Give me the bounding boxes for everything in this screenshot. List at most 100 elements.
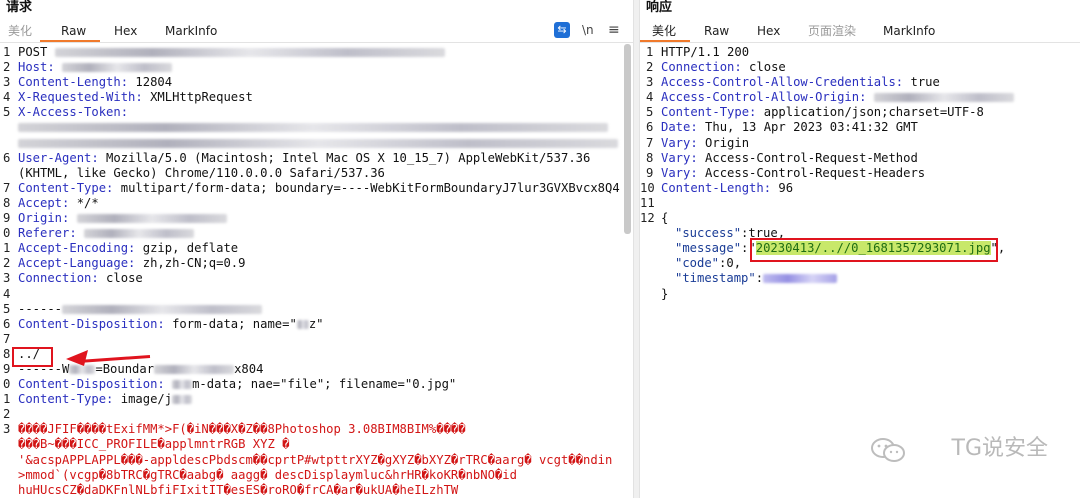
request-line: 0 Referer:	[0, 226, 633, 241]
redacted-boundary	[62, 304, 263, 314]
header-key: X-Requested-With:	[18, 90, 143, 105]
header-value-end: e="file"; filename="0.jpg"	[265, 377, 457, 392]
newline-toggle-button[interactable]: \n	[582, 22, 594, 38]
response-line: 2 Connection: close	[640, 60, 1080, 75]
line-number: 3	[3, 271, 11, 286]
request-line: 9 ------W =Boundar x804	[0, 362, 633, 377]
request-tab-hex[interactable]: Hex	[114, 22, 137, 40]
line-number: 9	[646, 165, 654, 180]
header-value: 96	[771, 180, 794, 195]
header-value: image/j	[113, 392, 173, 407]
header-key: Referer:	[18, 226, 77, 241]
response-line: 4 Access-Control-Allow-Origin:	[640, 90, 1080, 105]
line-number: 3	[3, 422, 11, 437]
line-number: 3	[646, 75, 654, 90]
line-number: 1	[3, 241, 11, 256]
response-viewer[interactable]: 1 HTTP/1.1 200 2 Connection: close 3 Access…	[640, 45, 1080, 302]
json-key: "success"	[675, 226, 742, 241]
request-tab-markinfo[interactable]: MarkInfo	[165, 22, 217, 40]
request-scrollbar[interactable]	[624, 44, 631, 234]
response-line: 8 Vary: Access-Control-Request-Method	[640, 151, 1080, 166]
header-value: close	[98, 271, 143, 286]
header-key: Vary:	[661, 165, 698, 180]
header-value: Access-Control-Request-Headers	[697, 165, 926, 180]
line-number: 5	[646, 105, 654, 120]
response-pane: 响应 美化 Raw Hex 页面渲染 MarkInfo 1 HTTP/1.1 20…	[640, 0, 1080, 498]
redacted-referer	[84, 229, 195, 239]
header-value: Mozilla/5.0 (Macintosh; Intel Mac OS X 1…	[98, 150, 591, 165]
request-line: 0 Content-Disposition: m-data; nae="file"…	[0, 377, 633, 392]
request-tab-beautify[interactable]: 美化	[8, 22, 32, 40]
header-key: Vary:	[661, 150, 698, 165]
header-key: Connection:	[18, 271, 99, 286]
request-line: 2 Accept-Language: zh,zh-CN;q=0.9	[0, 256, 633, 271]
redacted-host	[62, 63, 173, 73]
pane-divider[interactable]	[633, 0, 640, 498]
response-line: 1 HTTP/1.1 200	[640, 45, 1080, 60]
header-key: Accept:	[18, 195, 70, 210]
json-key: "code"	[675, 256, 720, 271]
header-key: Date:	[661, 120, 698, 135]
response-tab-render[interactable]: 页面渲染	[808, 22, 856, 40]
header-key: Host:	[18, 60, 55, 75]
request-tab-raw[interactable]: Raw	[61, 22, 86, 40]
header-value: Thu, 13 Apr 2023 03:41:32 GMT	[697, 120, 918, 135]
request-line: 3 ����JFIF����tExifMM*>F(�iN���X�Z��8Phot…	[0, 422, 633, 437]
response-tab-hex[interactable]: Hex	[757, 22, 780, 40]
request-line: (KHTML, like Gecko) Chrome/110.0.0.0 Saf…	[0, 166, 633, 181]
redacted-timestamp	[763, 274, 838, 284]
line-number: 7	[3, 180, 11, 195]
request-editor[interactable]: 1 POST 2 Host: 3 Content-Length: 12804 4 X-R…	[0, 45, 633, 498]
header-key: Connection:	[661, 60, 742, 75]
request-line: 4	[0, 287, 633, 302]
json-key: "timestamp"	[675, 271, 756, 286]
request-line: 1 POST	[0, 45, 633, 60]
response-line: 10 Content-Length: 96	[640, 181, 1080, 196]
request-line: 1 Accept-Encoding: gzip, deflate	[0, 241, 633, 256]
json-key: "message"	[675, 241, 742, 256]
line-number: 8	[3, 195, 11, 210]
request-pane-title: 请求	[6, 0, 33, 15]
request-tabs: 美化 Raw Hex MarkInfo	[0, 20, 633, 42]
line-number: 4	[3, 286, 11, 301]
request-method: POST	[18, 45, 48, 59]
line-number: 7	[646, 135, 654, 150]
response-tabs: 美化 Raw Hex 页面渲染 MarkInfo	[640, 20, 1080, 42]
binary-data: '&acspAPPLAPPL���-appldescPbdscm��cprtP#…	[18, 452, 613, 467]
header-value: multipart/form-data; boundary=----WebKit…	[113, 180, 620, 195]
response-line: 3 Access-Control-Allow-Credentials: true	[640, 75, 1080, 90]
response-pane-title: 响应	[646, 0, 673, 15]
response-line: 11	[640, 196, 1080, 211]
header-value: true	[903, 75, 940, 90]
request-tab-separator	[0, 42, 633, 43]
header-value: Origin	[697, 135, 750, 150]
header-key: Vary:	[661, 135, 698, 150]
line-number: 10	[640, 180, 655, 195]
watermark-text: TG说安全	[951, 436, 1049, 461]
redacted-token	[18, 138, 618, 148]
header-value: */*	[69, 195, 99, 210]
format-icon[interactable]: ⇆	[554, 22, 570, 38]
request-line: 9 Origin:	[0, 211, 633, 226]
line-number: 0	[3, 377, 11, 392]
line-number: 12	[640, 211, 655, 226]
request-line	[0, 120, 633, 135]
header-value: gzip, deflate	[135, 241, 239, 256]
header-value: close	[741, 60, 786, 75]
header-value-mid: m-data; na	[192, 377, 266, 392]
response-tab-raw[interactable]: Raw	[704, 22, 729, 40]
line-number: 0	[3, 226, 11, 241]
header-key: Content-Type:	[18, 392, 114, 407]
header-key: Content-Disposition:	[18, 316, 165, 331]
line-number: 1	[3, 392, 11, 407]
line-number: 5	[3, 105, 11, 120]
response-tab-markinfo[interactable]: MarkInfo	[883, 22, 935, 40]
line-number: 3	[3, 75, 11, 90]
menu-icon[interactable]: ≡	[608, 22, 620, 38]
json-value: :0,	[719, 256, 742, 271]
request-line: 6 User-Agent: Mozilla/5.0 (Macintosh; Int…	[0, 151, 633, 166]
redacted-field-name	[296, 319, 309, 329]
response-tab-beautify[interactable]: 美化	[652, 22, 676, 40]
header-value: XMLHttpRequest	[142, 90, 253, 105]
redacted-boundary	[154, 364, 235, 374]
